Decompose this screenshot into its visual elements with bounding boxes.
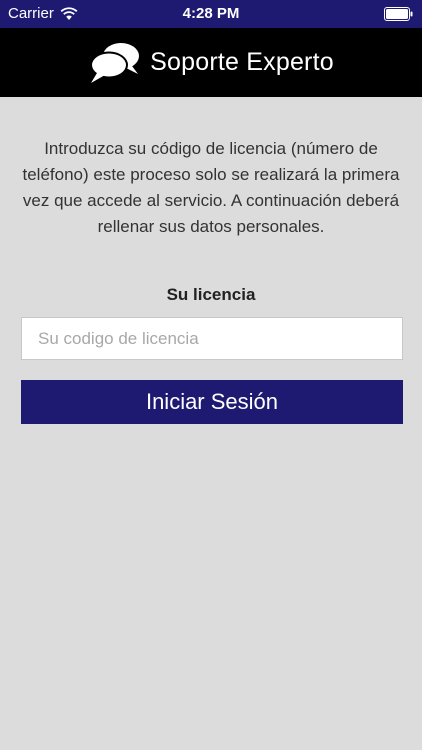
login-button[interactable]: Iniciar Sesión bbox=[21, 380, 403, 424]
intro-text: Introduzca su código de licencia (número… bbox=[22, 139, 400, 236]
chat-bubbles-icon bbox=[90, 42, 140, 83]
status-time: 4:28 PM bbox=[182, 5, 240, 22]
app-screen: Carrier 4:28 PM Soporte Experto Introduz… bbox=[0, 0, 422, 750]
battery-icon bbox=[384, 7, 413, 21]
license-code-input[interactable] bbox=[21, 317, 403, 360]
license-label: Su licencia bbox=[166, 285, 256, 304]
app-title: Soporte Experto bbox=[150, 48, 334, 76]
nav-bar: Soporte Experto bbox=[0, 28, 422, 97]
status-bar: Carrier 4:28 PM bbox=[0, 0, 422, 28]
